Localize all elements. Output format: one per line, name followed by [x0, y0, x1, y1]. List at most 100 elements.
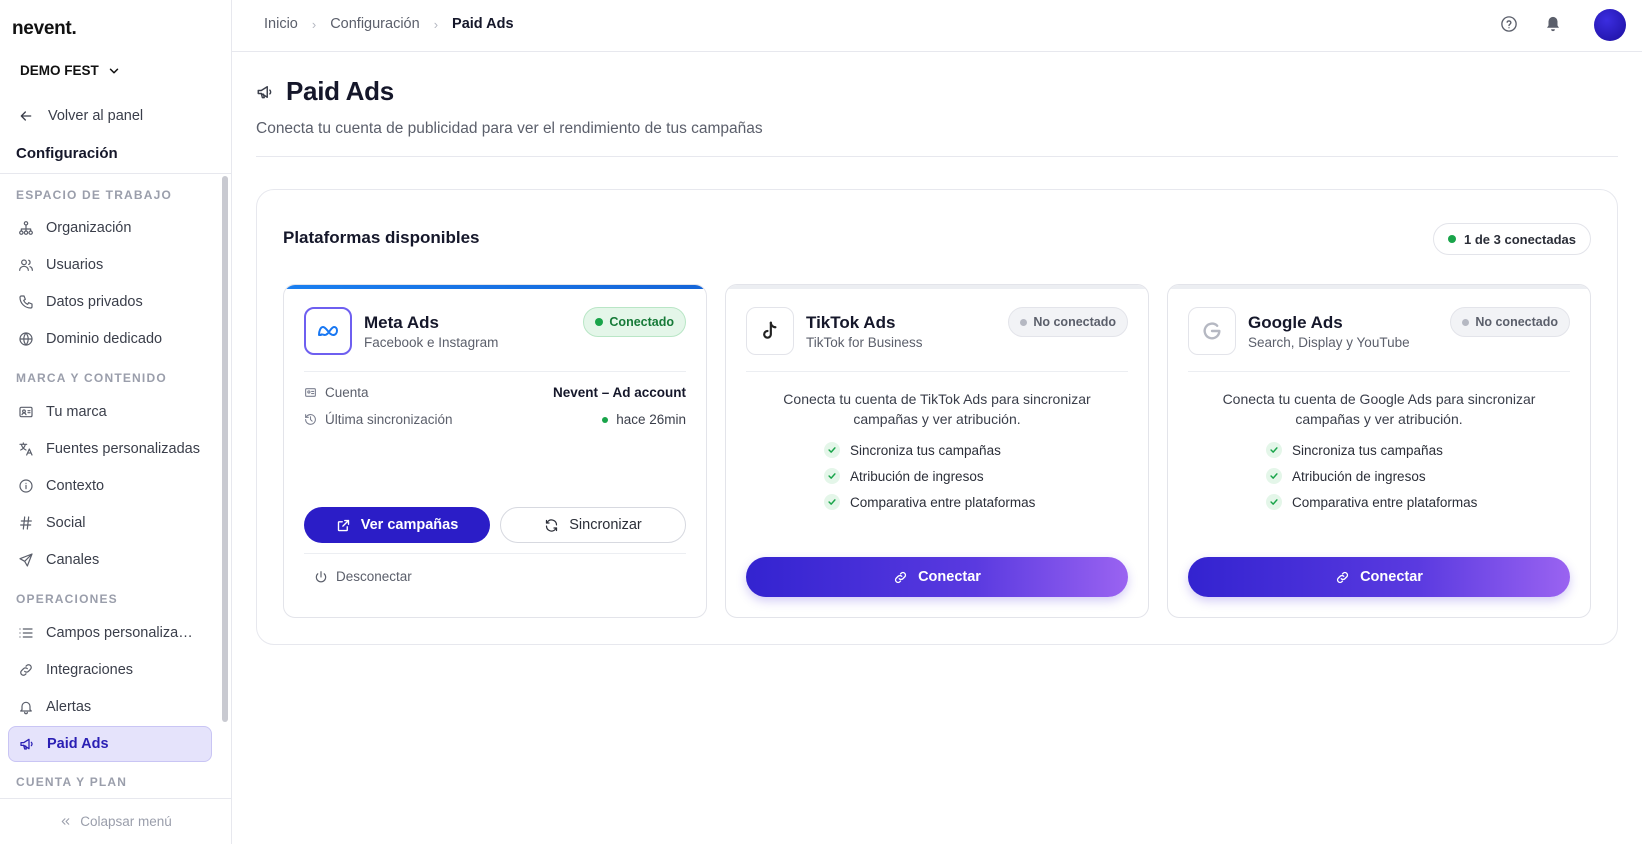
megaphone-icon — [257, 85, 272, 98]
status-dot-icon — [602, 416, 609, 423]
status-dot-icon — [1020, 318, 1028, 326]
list-item: Atribución de ingresos — [1266, 463, 1477, 489]
account-value: Nevent – Ad account — [552, 385, 686, 400]
connect-label: Conectar — [918, 569, 981, 585]
platform-description: TikTok for Business — [806, 335, 923, 350]
org-name: DEMO FEST — [20, 63, 99, 78]
feature-list: Sincroniza tus campañas Atribución de in… — [824, 437, 1035, 515]
platform-name: Meta Ads — [364, 313, 439, 332]
feature-list: Sincroniza tus campañas Atribución de in… — [1266, 437, 1477, 515]
sidebar-nav: ESPACIO DE TRABAJO Organización Usuarios… — [8, 174, 212, 794]
check-icon — [1266, 468, 1282, 484]
globe-icon — [19, 332, 33, 346]
sync-label: Última sincronización — [325, 412, 453, 427]
connect-description: Conecta tu cuenta de TikTok Ads para sin… — [783, 391, 1091, 427]
list-item: Atribución de ingresos — [824, 463, 1035, 489]
sidebar-item-paid-ads[interactable]: Paid Ads — [8, 726, 212, 762]
sidebar-item-canales[interactable]: Canales — [8, 542, 212, 578]
feature-text: Atribución de ingresos — [850, 468, 984, 484]
back-to-dashboard-link[interactable]: Volver al panel — [18, 108, 143, 124]
nav-group-workspace: ESPACIO DE TRABAJO — [16, 188, 173, 202]
link-icon — [20, 664, 32, 676]
org-chart-icon — [19, 221, 33, 235]
back-label: Volver al panel — [48, 108, 144, 124]
page-divider — [256, 156, 1618, 157]
sidebar-item-campos[interactable]: Campos personalizados — [8, 615, 212, 651]
platform-description: Search, Display y YouTube — [1248, 335, 1410, 350]
sidebar-item-organizacion[interactable]: Organización — [8, 210, 212, 246]
power-icon — [315, 570, 327, 582]
sidebar: nevent. DEMO FEST Volver al panel Config… — [0, 0, 232, 844]
platform-card-meta: Meta Ads Facebook e Instagram Conectado … — [283, 284, 707, 618]
card-accent-bar — [726, 285, 1148, 289]
status-badge: No conectado — [1450, 307, 1570, 337]
sync-row: Última sincronización hace 26min — [304, 412, 686, 427]
platform-card-google: Google Ads Search, Display y YouTube No … — [1167, 284, 1591, 618]
feature-text: Comparativa entre plataformas — [850, 494, 1036, 510]
link-icon — [895, 571, 907, 583]
app-logo[interactable]: nevent. — [12, 18, 77, 40]
sidebar-item-usuarios[interactable]: Usuarios — [8, 247, 212, 283]
collapse-menu-button[interactable]: Colapsar menú — [0, 798, 231, 844]
sidebar-item-alertas[interactable]: Alertas — [8, 689, 212, 725]
platform-name: Google Ads — [1248, 313, 1343, 332]
card-divider — [746, 371, 1128, 372]
collapse-label: Colapsar menú — [80, 814, 172, 829]
sidebar-item-tu-marca[interactable]: Tu marca — [8, 394, 212, 430]
sidebar-item-dominio-dedicado[interactable]: Dominio dedicado — [8, 321, 212, 357]
connect-description: Conecta tu cuenta de Google Ads para sin… — [1222, 391, 1536, 427]
sidebar-item-label: Organización — [46, 220, 132, 236]
page-title: Paid Ads — [286, 76, 394, 106]
list-icon — [19, 628, 33, 638]
card-accent-bar — [1168, 285, 1590, 289]
status-text: No conectado — [1033, 315, 1116, 329]
sync-value-wrap: hace 26min — [602, 412, 686, 427]
breadcrumb-configuracion[interactable]: Configuración — [330, 16, 419, 32]
platform-card-tiktok: TikTok Ads TikTok for Business No conect… — [725, 284, 1149, 618]
sidebar-item-label: Dominio dedicado — [46, 331, 163, 347]
send-icon — [19, 553, 33, 567]
check-icon — [1266, 494, 1282, 510]
chevrons-left-icon — [61, 818, 70, 825]
sidebar-scrollbar[interactable] — [222, 176, 228, 722]
phone-icon — [19, 295, 33, 309]
sidebar-item-social[interactable]: Social — [8, 505, 212, 541]
view-campaigns-button[interactable]: Ver campañas — [304, 507, 490, 543]
platforms-panel: Plataformas disponibles 1 de 3 conectada… — [256, 189, 1618, 645]
check-icon — [824, 494, 840, 510]
chevron-down-icon — [109, 67, 119, 74]
sidebar-item-label: Paid Ads — [47, 736, 109, 752]
external-link-icon — [337, 519, 349, 531]
sidebar-item-contexto[interactable]: Contexto — [8, 468, 212, 504]
nav-group-brand: MARCA Y CONTENIDO — [16, 371, 167, 385]
connect-tiktok-button[interactable]: Conectar — [746, 557, 1128, 597]
breadcrumb-separator-icon: › — [433, 16, 439, 32]
disconnect-button[interactable]: Desconectar — [314, 569, 412, 584]
status-dot-icon — [1462, 318, 1470, 326]
sidebar-section-title: Configuración — [16, 145, 118, 162]
info-icon — [19, 479, 33, 493]
refresh-icon — [546, 518, 558, 532]
history-icon — [305, 414, 316, 425]
bell-icon[interactable] — [1544, 15, 1562, 33]
panel-title: Plataformas disponibles — [283, 228, 480, 247]
sidebar-item-label: Contexto — [46, 478, 105, 494]
breadcrumb-inicio[interactable]: Inicio — [264, 16, 298, 32]
page-subtitle: Conecta tu cuenta de publicidad para ver… — [256, 120, 763, 137]
sidebar-item-label: Integraciones — [46, 662, 134, 678]
sidebar-item-label: Usuarios — [46, 257, 104, 273]
card-divider — [304, 553, 686, 554]
meta-logo-icon — [304, 307, 352, 355]
connect-google-button[interactable]: Conectar — [1188, 557, 1570, 597]
status-badge: No conectado — [1008, 307, 1128, 337]
sidebar-item-fuentes[interactable]: Fuentes personalizadas — [8, 431, 212, 467]
sync-button[interactable]: Sincronizar — [500, 507, 686, 543]
help-icon[interactable] — [1500, 15, 1518, 33]
avatar[interactable] — [1594, 9, 1626, 41]
platform-name: TikTok Ads — [806, 313, 896, 332]
org-selector[interactable]: DEMO FEST — [20, 63, 121, 78]
connected-count: 1 de 3 conectadas — [1464, 231, 1576, 247]
check-icon — [824, 468, 840, 484]
sidebar-item-datos-privados[interactable]: Datos privados — [8, 284, 212, 320]
sidebar-item-integraciones[interactable]: Integraciones — [8, 652, 212, 688]
